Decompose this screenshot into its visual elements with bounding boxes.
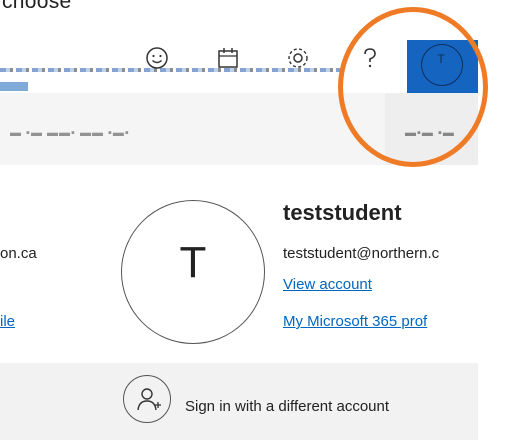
sign-in-different-account-label[interactable]: Sign in with a different account bbox=[185, 398, 389, 415]
toolbar-artifact bbox=[0, 82, 28, 91]
profile-link-fragment[interactable]: ile bbox=[0, 313, 15, 330]
org-text-fragment: on.ca bbox=[0, 245, 37, 262]
calendar-icon[interactable] bbox=[215, 45, 241, 71]
caption-text: choose bbox=[2, 0, 72, 13]
view-account-link[interactable]: View account bbox=[283, 276, 372, 293]
blurred-text: ▬ ▪▬ ▬▬▪ ▬▬ ▪▬▪ bbox=[10, 127, 130, 139]
profile-initial: T bbox=[179, 238, 207, 287]
ms365-profile-link[interactable]: My Microsoft 365 prof bbox=[283, 313, 427, 330]
account-email: teststudent@northern.c bbox=[283, 245, 440, 262]
smiley-icon[interactable] bbox=[144, 45, 170, 71]
account-username: teststudent bbox=[283, 200, 402, 225]
gear-icon[interactable] bbox=[285, 45, 311, 71]
add-person-icon[interactable] bbox=[123, 375, 171, 423]
highlight-circle bbox=[338, 7, 488, 167]
